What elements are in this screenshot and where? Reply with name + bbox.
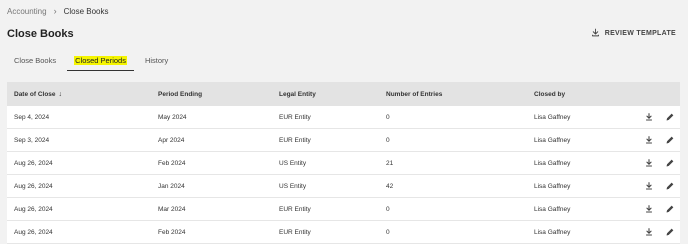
cell-closed-by: Lisa Gaffney <box>534 182 571 190</box>
page-title: Close Books <box>7 28 74 40</box>
tab-closed-periods[interactable]: Closed Periods <box>67 53 134 71</box>
download-icon[interactable] <box>644 158 654 168</box>
review-template-label: REVIEW TEMPLATE <box>604 30 676 37</box>
cell-legal-entity: US Entity <box>279 182 307 190</box>
header-label: Date of Close <box>14 90 56 98</box>
cell-closed-by: Lisa Gaffney <box>534 113 571 121</box>
cell-date-of-close: Aug 26, 2024 <box>14 182 53 190</box>
breadcrumb-current: Close Books <box>63 6 109 16</box>
table-header: Date of Close ↓ Period Ending Legal Entit… <box>7 82 680 106</box>
table-row: Sep 4, 2024 May 2024 EUR Entity 0 Lisa Gaffn… <box>7 106 680 129</box>
cell-period-ending: Feb 2024 <box>158 159 186 167</box>
cell-number-of-entries: 0 <box>386 205 390 213</box>
tab-bar: Close Books Closed Periods History <box>7 53 179 71</box>
header-date-of-close[interactable]: Date of Close ↓ <box>14 91 62 98</box>
header-legal-entity: Legal Entity <box>279 90 316 98</box>
cell-closed-by: Lisa Gaffney <box>534 205 571 213</box>
cell-legal-entity: EUR Entity <box>279 136 311 144</box>
cell-legal-entity: EUR Entity <box>279 205 311 213</box>
cell-date-of-close: Aug 26, 2024 <box>14 159 53 167</box>
cell-date-of-close: Aug 26, 2024 <box>14 228 53 236</box>
edit-pencil-icon[interactable] <box>665 158 675 168</box>
cell-date-of-close: Sep 4, 2024 <box>14 113 50 121</box>
breadcrumb: Accounting › Close Books <box>7 6 109 16</box>
cell-legal-entity: EUR Entity <box>279 113 311 121</box>
download-icon[interactable] <box>644 112 654 122</box>
cell-period-ending: Jan 2024 <box>158 182 185 190</box>
table-row: Aug 26, 2024 Feb 2024 US Entity 21 Lisa Gaff… <box>7 152 680 175</box>
cell-number-of-entries: 0 <box>386 113 390 121</box>
header-number-of-entries: Number of Entries <box>386 90 443 98</box>
cell-closed-by: Lisa Gaffney <box>534 159 571 167</box>
cell-number-of-entries: 42 <box>386 182 394 190</box>
cell-number-of-entries: 0 <box>386 136 390 144</box>
tab-close-books[interactable]: Close Books <box>7 53 63 71</box>
cell-number-of-entries: 0 <box>386 228 390 236</box>
edit-pencil-icon[interactable] <box>665 112 675 122</box>
cell-date-of-close: Aug 26, 2024 <box>14 205 53 213</box>
cell-legal-entity: EUR Entity <box>279 228 311 236</box>
download-icon[interactable] <box>644 227 654 237</box>
cell-period-ending: May 2024 <box>158 113 187 121</box>
sort-down-icon: ↓ <box>58 90 63 98</box>
breadcrumb-accounting-link[interactable]: Accounting <box>7 7 47 16</box>
edit-pencil-icon[interactable] <box>665 227 675 237</box>
cell-period-ending: Feb 2024 <box>158 228 186 236</box>
table-row: Aug 26, 2024 Mar 2024 EUR Entity 0 Lisa Gaff… <box>7 198 680 221</box>
download-icon[interactable] <box>644 135 654 145</box>
table-row: Sep 3, 2024 Apr 2024 EUR Entity 0 Lisa Gaffn… <box>7 129 680 152</box>
chevron-right-icon: › <box>53 6 57 16</box>
tab-label: History <box>144 56 169 65</box>
table-row: Aug 26, 2024 Feb 2024 EUR Entity 0 Lisa Gaff… <box>7 221 680 244</box>
edit-pencil-icon[interactable] <box>665 204 675 214</box>
cell-period-ending: Mar 2024 <box>158 205 186 213</box>
closed-periods-table: Date of Close ↓ Period Ending Legal Entit… <box>7 82 680 244</box>
review-template-button[interactable]: REVIEW TEMPLATE <box>591 28 676 39</box>
cell-legal-entity: US Entity <box>279 159 307 167</box>
cell-closed-by: Lisa Gaffney <box>534 228 571 236</box>
download-icon[interactable] <box>644 204 654 214</box>
download-icon <box>591 28 600 39</box>
edit-pencil-icon[interactable] <box>665 181 675 191</box>
table-row: Aug 26, 2024 Jan 2024 US Entity 42 Lisa Gaff… <box>7 175 680 198</box>
edit-pencil-icon[interactable] <box>665 135 675 145</box>
download-icon[interactable] <box>644 181 654 191</box>
header-closed-by: Closed by <box>534 90 566 98</box>
cell-period-ending: Apr 2024 <box>158 136 185 144</box>
tab-history[interactable]: History <box>138 53 175 71</box>
header-period-ending: Period Ending <box>158 90 203 98</box>
cell-closed-by: Lisa Gaffney <box>534 136 571 144</box>
cell-date-of-close: Sep 3, 2024 <box>14 136 50 144</box>
cell-number-of-entries: 21 <box>386 159 394 167</box>
tab-label: Close Books <box>14 56 57 65</box>
tab-label: Closed Periods <box>74 56 127 65</box>
